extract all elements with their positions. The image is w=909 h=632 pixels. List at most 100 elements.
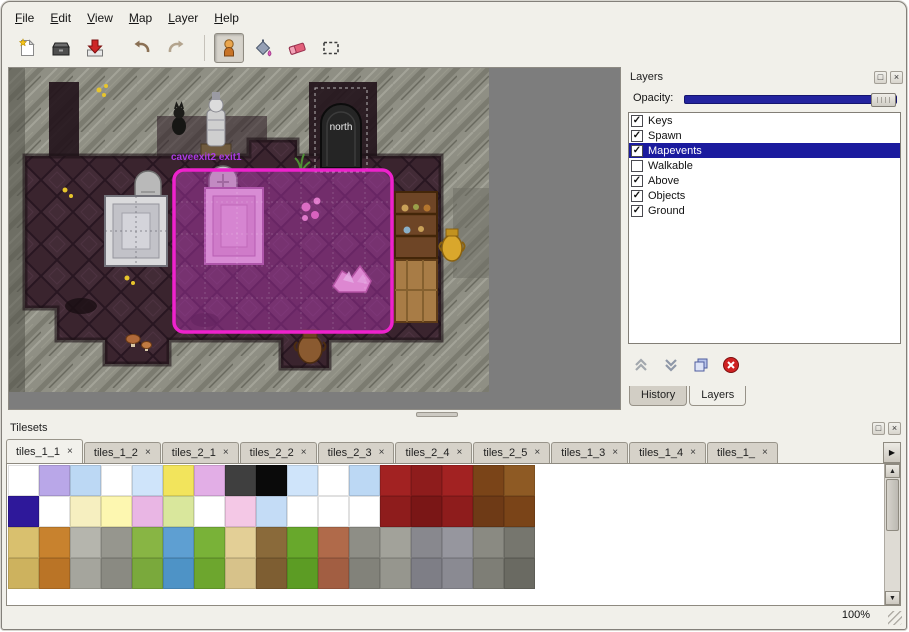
tileset-tile[interactable] [70,496,101,527]
layer-row[interactable]: ✓ Keys [629,113,900,128]
tileset-tile[interactable] [473,496,504,527]
float-panel-icon[interactable]: □ [874,71,887,84]
tileset-tile[interactable] [318,527,349,558]
tileset-tab[interactable]: tiles_1_3 × [551,442,628,463]
tileset-tile[interactable] [256,558,287,589]
delete-layer-button[interactable] [722,356,740,374]
horizontal-splitter[interactable] [8,411,900,418]
tileset-tile[interactable] [132,496,163,527]
selection-rectangle[interactable] [174,170,392,332]
tileset-tile[interactable] [194,465,225,496]
tileset-tile[interactable] [473,527,504,558]
tileset-tile[interactable] [194,527,225,558]
tileset-tile[interactable] [225,496,256,527]
lower-layer-button[interactable] [662,356,680,374]
layer-row[interactable]: ✓ Spawn [629,128,900,143]
panel-tab[interactable]: Layers [689,386,746,406]
scrollbar-thumb[interactable] [886,479,899,531]
layer-row[interactable]: ✓ Walkable [629,158,900,173]
tileset-tile[interactable] [256,496,287,527]
tileset-tile[interactable] [101,496,132,527]
tileset-tile[interactable] [256,465,287,496]
eraser-button[interactable] [282,33,312,63]
tileset-tile[interactable] [287,496,318,527]
tileset-tile[interactable] [442,465,473,496]
menu-item[interactable]: Layer [160,7,206,29]
tileset-tile[interactable] [194,558,225,589]
raise-layer-button[interactable] [632,356,650,374]
tileset-tile[interactable] [411,496,442,527]
layer-row[interactable]: ✓ Objects [629,188,900,203]
layer-row[interactable]: ✓ Mapevents [629,143,900,158]
undo-button[interactable] [127,33,157,63]
layer-visibility-checkbox[interactable]: ✓ [631,145,643,157]
menu-item[interactable]: File [7,7,42,29]
tileset-tab[interactable]: tiles_1_2 × [84,442,161,463]
layer-visibility-checkbox[interactable]: ✓ [631,130,643,142]
tab-close-icon[interactable]: × [301,448,307,458]
tileset-tile[interactable] [318,465,349,496]
tileset-tile[interactable] [8,527,39,558]
layer-visibility-checkbox[interactable]: ✓ [631,160,643,172]
tileset-tile[interactable] [287,558,318,589]
duplicate-layer-button[interactable] [692,356,710,374]
tileset-tab[interactable]: tiles_2_5 × [473,442,550,463]
tileset-tile[interactable] [380,558,411,589]
opacity-slider[interactable] [684,95,897,104]
stamp-brush-button[interactable] [214,33,244,63]
tileset-tab[interactable]: tiles_1_1 × [6,439,83,463]
layer-row[interactable]: ✓ Above [629,173,900,188]
tileset-tile[interactable] [473,558,504,589]
layer-visibility-checkbox[interactable]: ✓ [631,190,643,202]
tileset-tile[interactable] [70,558,101,589]
tileset-tile[interactable] [70,465,101,496]
tileset-tile[interactable] [39,558,70,589]
tileset-tile[interactable] [318,558,349,589]
close-panel-icon[interactable]: × [888,422,901,435]
tileset-tile[interactable] [442,527,473,558]
tab-scroll-right-button[interactable]: ▶ [883,442,901,463]
tileset-tile[interactable] [380,465,411,496]
tileset-tile[interactable] [101,465,132,496]
tileset-tile[interactable] [163,558,194,589]
open-document-button[interactable] [46,33,76,63]
tab-close-icon[interactable]: × [223,448,229,458]
tileset-tile[interactable] [504,496,535,527]
resize-grip[interactable] [888,611,902,625]
opacity-slider-handle[interactable] [871,93,896,107]
tileset-tile[interactable] [101,527,132,558]
tileset-tile[interactable] [504,465,535,496]
tileset-tab[interactable]: tiles_2_1 × [162,442,239,463]
tileset-tab[interactable]: tiles_1_ × [707,442,778,463]
tileset-tab[interactable]: tiles_1_4 × [629,442,706,463]
panel-tab[interactable]: History [629,386,687,406]
tileset-tile[interactable] [163,527,194,558]
tileset-tile[interactable] [380,527,411,558]
close-panel-icon[interactable]: × [890,71,903,84]
tileset-tile[interactable] [39,496,70,527]
new-file-button[interactable] [12,33,42,63]
tileset-tile[interactable] [39,465,70,496]
tileset-tile[interactable] [349,465,380,496]
tileset-tile[interactable] [349,558,380,589]
tileset-tile[interactable] [473,465,504,496]
tileset-tile[interactable] [256,527,287,558]
scroll-up-icon[interactable]: ▲ [885,464,900,478]
tileset-tile[interactable] [8,558,39,589]
tab-close-icon[interactable]: × [534,448,540,458]
tileset-tile[interactable] [132,558,163,589]
map-canvas[interactable]: north caveexit2 exit1 [9,68,489,392]
tileset-tile[interactable] [8,465,39,496]
tab-close-icon[interactable]: × [762,448,768,458]
tileset-tile[interactable] [163,496,194,527]
menu-item[interactable]: Map [121,7,160,29]
tileset-tile[interactable] [442,496,473,527]
tileset-tile[interactable] [225,465,256,496]
rectangular-select-button[interactable] [316,33,346,63]
tileset-tab[interactable]: tiles_2_2 × [240,442,317,463]
tileset-tile[interactable] [8,496,39,527]
tab-close-icon[interactable]: × [67,447,73,457]
redo-button[interactable] [161,33,191,63]
tileset-tile[interactable] [318,496,349,527]
tab-close-icon[interactable]: × [690,448,696,458]
